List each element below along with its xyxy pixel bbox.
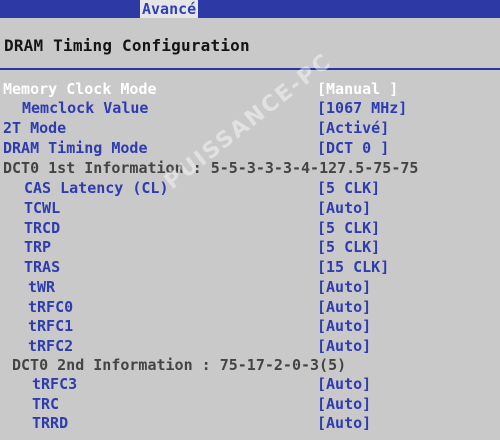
setting-trp[interactable]: TRP [5 CLK] [0, 237, 500, 257]
page-header: DRAM Timing Configuration [0, 22, 500, 70]
setting-label: 2T Mode [3, 119, 67, 137]
setting-label: TRC [32, 395, 60, 413]
dct0-1st-information: DCT0 1st Information : 5-5-3-3-3-4-127.5… [0, 158, 500, 178]
setting-label: tWR [28, 278, 56, 296]
setting-label: TRP [24, 238, 52, 256]
setting-value[interactable]: [Auto] [317, 277, 371, 297]
setting-label: TCWL [24, 199, 61, 217]
setting-label: tRFC3 [32, 375, 78, 393]
setting-label: tRFC2 [28, 337, 74, 355]
setting-trc[interactable]: TRC [Auto] [0, 394, 500, 414]
setting-value[interactable]: [1067 MHz] [317, 98, 407, 118]
tab-avance[interactable]: Avancé [140, 0, 199, 18]
setting-label: TRCD [24, 219, 61, 237]
setting-label: tRFC0 [28, 298, 74, 316]
setting-value[interactable]: [Auto] [317, 198, 371, 218]
setting-value[interactable]: [5 CLK] [317, 237, 380, 257]
setting-tras[interactable]: TRAS [15 CLK] [0, 257, 500, 277]
setting-value[interactable]: [Auto] [317, 413, 371, 433]
setting-trfc2[interactable]: tRFC2 [Auto] [0, 336, 500, 356]
setting-label: TRAS [24, 258, 61, 276]
setting-dram-timing-mode[interactable]: DRAM Timing Mode [DCT 0 ] [0, 138, 500, 158]
setting-tcwl[interactable]: TCWL [Auto] [0, 198, 500, 218]
top-menu-bar: Avancé [0, 0, 500, 18]
setting-value[interactable]: [Auto] [317, 394, 371, 414]
dct0-2nd-information: DCT0 2nd Information : 75-17-2-0-3(5) [0, 355, 500, 375]
setting-value[interactable]: [Activé] [317, 118, 389, 138]
setting-cas-latency[interactable]: CAS Latency (CL) [5 CLK] [0, 178, 500, 198]
setting-value[interactable]: [5 CLK] [317, 218, 380, 238]
setting-value[interactable]: [15 CLK] [317, 257, 389, 277]
setting-trfc1[interactable]: tRFC1 [Auto] [0, 316, 500, 336]
setting-value[interactable]: [Auto] [317, 316, 371, 336]
setting-value[interactable]: [5 CLK] [317, 178, 380, 198]
setting-label: TRRD [32, 414, 69, 432]
setting-value[interactable]: [Auto] [317, 297, 371, 317]
setting-label: tRFC1 [28, 317, 74, 335]
setting-value[interactable]: [Auto] [317, 336, 371, 356]
page-title: DRAM Timing Configuration [4, 36, 250, 55]
setting-label: CAS Latency (CL) [24, 179, 169, 197]
setting-trrd[interactable]: TRRD [Auto] [0, 413, 500, 433]
setting-value[interactable]: [Auto] [317, 374, 371, 394]
setting-value[interactable]: [Manual ] [317, 79, 398, 99]
setting-memory-clock-mode[interactable]: Memory Clock Mode [Manual ] [0, 79, 500, 99]
setting-label: DRAM Timing Mode [3, 139, 148, 157]
setting-value[interactable]: [DCT 0 ] [317, 138, 389, 158]
setting-label: Memory Clock Mode [3, 80, 157, 98]
info-text: DCT0 2nd Information : 75-17-2-0-3(5) [12, 356, 347, 374]
setting-twr[interactable]: tWR [Auto] [0, 277, 500, 297]
setting-trcd[interactable]: TRCD [5 CLK] [0, 218, 500, 238]
setting-trfc0[interactable]: tRFC0 [Auto] [0, 297, 500, 317]
setting-trfc3[interactable]: tRFC3 [Auto] [0, 374, 500, 394]
setting-label: Memclock Value [22, 99, 149, 117]
